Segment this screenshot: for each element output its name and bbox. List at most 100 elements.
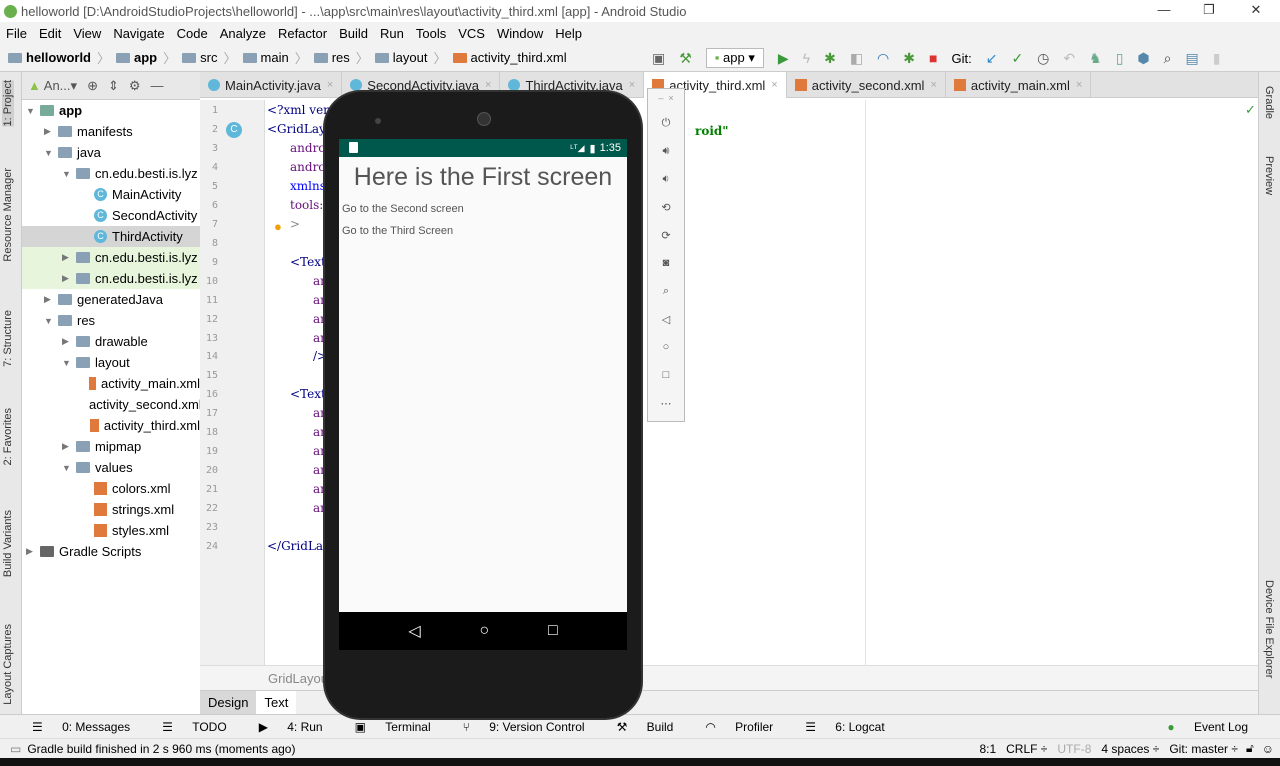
tree-item[interactable]: activity_third.xml — [22, 415, 200, 436]
git-branch[interactable]: Git: master ÷ — [1169, 742, 1238, 756]
tool-device-file-explorer[interactable]: Device File Explorer — [1263, 580, 1275, 678]
tool-window-build[interactable]: ⚒ Build — [601, 720, 674, 734]
git-revert-icon[interactable]: ↶ — [1063, 50, 1075, 67]
run-icon[interactable]: ▶ — [778, 50, 789, 67]
tool-build-variants[interactable]: Build Variants — [2, 510, 14, 577]
tree-item[interactable]: ▶ mipmap — [22, 436, 200, 457]
close-button[interactable]: ✕ — [1246, 2, 1266, 18]
user-icon[interactable]: ▮ — [1213, 50, 1221, 67]
tool-preview[interactable]: Preview — [1263, 156, 1275, 195]
tool-1-project[interactable]: 1: Project — [2, 80, 14, 127]
tool-resource-manager[interactable]: Resource Manager — [2, 168, 14, 262]
status-message[interactable]: Gradle build finished in 2 s 960 ms (mom… — [27, 742, 295, 756]
back-icon[interactable]: ◁ — [648, 313, 684, 326]
chevron-right-icon[interactable]: ▶ — [44, 294, 54, 305]
collapse-icon[interactable]: ⇕ — [108, 78, 119, 94]
tree-item[interactable]: ▼ cn.edu.besti.is.lyz — [22, 163, 200, 184]
breadcrumb-item[interactable]: res 〉 — [313, 48, 369, 67]
chevron-right-icon[interactable]: ▶ — [62, 441, 72, 452]
link-third-screen[interactable]: Go to the Third Screen — [342, 225, 453, 237]
editor-tab[interactable]: MainActivity.java × — [200, 72, 343, 98]
project-structure-icon[interactable]: ▤ — [1185, 50, 1198, 67]
home-icon[interactable]: ○ — [648, 341, 684, 353]
volume-down-icon[interactable]: 🔉︎ — [648, 173, 684, 186]
tree-item[interactable]: styles.xml — [22, 520, 200, 541]
menu-code[interactable]: Code — [177, 26, 208, 41]
chevron-down-icon[interactable]: ▼ — [44, 148, 54, 158]
tool-window-0-messages[interactable]: ☰ 0: Messages — [16, 720, 130, 734]
breadcrumb-item[interactable]: app 〉 — [116, 48, 176, 67]
menu-analyze[interactable]: Analyze — [220, 26, 266, 41]
sync-gradle-icon[interactable]: ♞ — [1089, 50, 1102, 67]
chevron-down-icon[interactable]: ▼ — [26, 106, 36, 116]
hector-icon[interactable]: ☺ — [1262, 742, 1274, 756]
hammer-icon[interactable]: ⚒ — [679, 50, 692, 67]
menu-refactor[interactable]: Refactor — [278, 26, 327, 41]
search-icon[interactable]: ⌕ — [1164, 50, 1172, 67]
close-tab-icon[interactable]: × — [1076, 79, 1082, 91]
tool-window-9-version-control[interactable]: ⑂ 9: Version Control — [447, 720, 585, 734]
close-tab-icon[interactable]: × — [629, 79, 635, 91]
breadcrumb-item[interactable]: activity_third.xml — [452, 50, 567, 65]
volume-up-icon[interactable]: 🔊︎ — [648, 145, 684, 158]
overview-icon[interactable]: □ — [548, 622, 558, 640]
lock-icon[interactable]: 🔓︎ — [1246, 741, 1254, 756]
debug-attach-icon[interactable]: ✱ — [903, 50, 915, 67]
tree-item[interactable]: C ThirdActivity — [22, 226, 200, 247]
tree-item[interactable]: ▼ res — [22, 310, 200, 331]
git-commit-icon[interactable]: ✓ — [1011, 50, 1023, 67]
terminal-icon[interactable]: ▣ — [652, 50, 665, 67]
minimize-button[interactable]: — — [1154, 2, 1174, 17]
apply-changes-icon[interactable]: ϟ — [803, 50, 810, 66]
menu-window[interactable]: Window — [497, 26, 543, 41]
chevron-right-icon[interactable]: ▶ — [62, 273, 72, 284]
overview-icon[interactable]: □ — [648, 369, 684, 381]
tool-gradle[interactable]: Gradle — [1263, 86, 1275, 119]
run-config-select[interactable]: ▪ app ▾ — [705, 48, 764, 68]
tree-item[interactable]: ▶ Gradle Scripts — [22, 541, 200, 562]
chevron-down-icon[interactable]: ▼ — [62, 169, 72, 179]
tool-window-profiler[interactable]: ◠ Profiler — [689, 720, 773, 734]
chevron-down-icon[interactable]: ▼ — [62, 463, 72, 473]
hide-icon[interactable]: — — [151, 78, 164, 93]
tree-item[interactable]: colors.xml — [22, 478, 200, 499]
debug-icon[interactable]: ✱ — [824, 50, 836, 67]
chevron-right-icon[interactable]: ▶ — [62, 252, 72, 263]
editor-tab[interactable]: activity_second.xml × — [787, 72, 946, 98]
editor-tab[interactable]: activity_main.xml × — [946, 72, 1092, 98]
tree-item[interactable]: ▶ cn.edu.besti.is.lyz — [22, 268, 200, 289]
line-separator[interactable]: CRLF ÷ — [1006, 742, 1047, 756]
profiler-icon[interactable]: ◠ — [877, 50, 889, 67]
zoom-icon[interactable]: ⌕ — [648, 285, 684, 298]
tree-item[interactable]: ▼ layout — [22, 352, 200, 373]
sdk-manager-icon[interactable]: ⬢ — [1137, 50, 1149, 67]
attach-debugger-icon[interactable]: ◧ — [850, 50, 863, 67]
home-icon[interactable]: ○ — [479, 622, 489, 640]
lightbulb-icon[interactable]: ● — [274, 219, 282, 234]
menu-file[interactable]: File — [6, 26, 27, 41]
tree-item[interactable]: C SecondActivity — [22, 205, 200, 226]
close-tab-icon[interactable]: × — [771, 79, 777, 91]
tool-window-terminal[interactable]: ▣ Terminal — [339, 720, 431, 734]
menu-help[interactable]: Help — [555, 26, 582, 41]
emulator-screen[interactable]: Here is the First screen Go to the Secon… — [339, 139, 627, 612]
more-icon[interactable]: ⋯ — [648, 397, 684, 410]
chevron-right-icon[interactable]: ▶ — [44, 126, 54, 137]
indent-setting[interactable]: 4 spaces ÷ — [1101, 742, 1159, 756]
rotate-left-icon[interactable]: ⟲ — [648, 201, 684, 214]
menu-build[interactable]: Build — [339, 26, 368, 41]
breadcrumb-item[interactable]: src 〉 — [182, 48, 237, 67]
menu-vcs[interactable]: VCS — [458, 26, 485, 41]
screenshot-icon[interactable]: ◙ — [648, 257, 684, 269]
gear-icon[interactable]: ⚙ — [129, 78, 141, 94]
tool-window-6-logcat[interactable]: ☰ 6: Logcat — [789, 720, 884, 734]
tree-item[interactable]: ▼ java — [22, 142, 200, 163]
chevron-right-icon[interactable]: ▶ — [62, 336, 72, 347]
tree-item[interactable]: ▶ generatedJava — [22, 289, 200, 310]
git-history-icon[interactable]: ◷ — [1037, 50, 1049, 67]
menu-tools[interactable]: Tools — [416, 26, 446, 41]
link-second-screen[interactable]: Go to the Second screen — [342, 203, 464, 215]
chevron-down-icon[interactable]: ▼ — [44, 316, 54, 326]
tree-item[interactable]: ▼ values — [22, 457, 200, 478]
breadcrumb-item[interactable]: helloworld 〉 — [8, 48, 110, 67]
